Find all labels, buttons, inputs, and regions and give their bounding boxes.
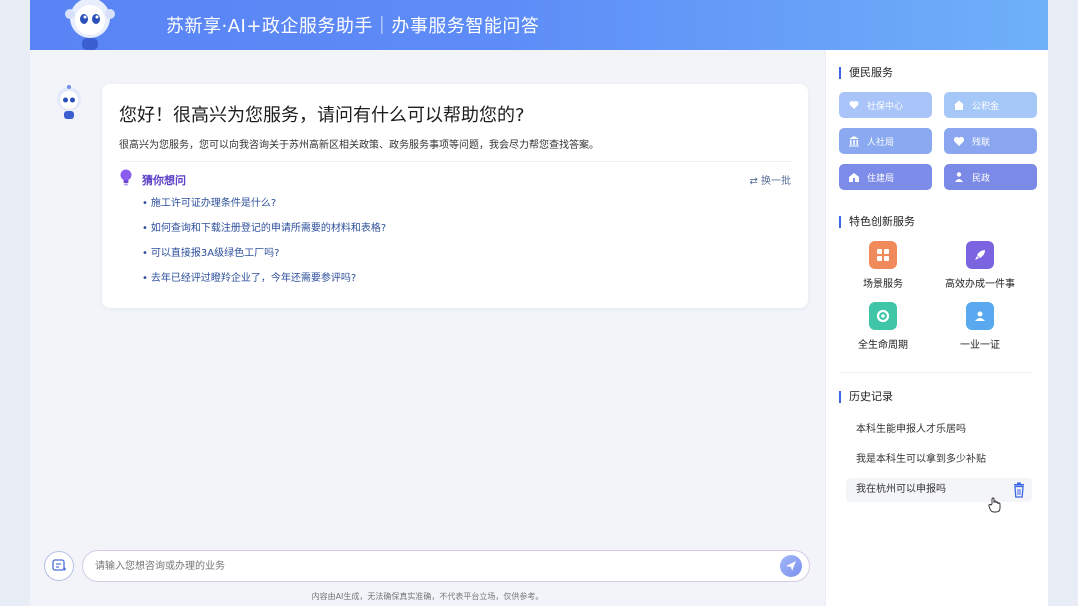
welcome-subtitle: 很高兴为您服务，您可以向我咨询关于苏州高新区相关政策、政务服务事项等问题，我会尽… bbox=[119, 140, 599, 151]
trash-icon[interactable] bbox=[1012, 482, 1026, 498]
refresh-button[interactable]: ⇄ 换一批 bbox=[749, 172, 791, 187]
input-row bbox=[44, 550, 810, 582]
id-card-icon bbox=[966, 302, 994, 330]
featured-section-title: 特色创新服务 bbox=[839, 216, 915, 228]
send-icon bbox=[786, 561, 796, 571]
welcome-title: 您好！很高兴为您服务，请问有什么可以帮助您的? bbox=[119, 105, 525, 126]
suggested-question[interactable]: 可以直接报3A级绿色工厂吗? bbox=[142, 247, 386, 272]
hand-cursor-icon bbox=[988, 497, 1001, 513]
service-label: 民政 bbox=[972, 173, 991, 184]
featured-scene-service[interactable]: 场景服务 bbox=[834, 241, 932, 290]
suggested-question[interactable]: 施工许可证办理条件是什么? bbox=[142, 197, 386, 222]
house-icon bbox=[952, 98, 966, 112]
page-title: 苏新享·AI+政企服务助手｜办事服务智能问答 bbox=[166, 16, 540, 37]
guess-title: 猜你想问 bbox=[142, 174, 186, 187]
suggested-question[interactable]: 如何查询和下载注册登记的申请所需要的材料和表格? bbox=[142, 222, 386, 247]
bank-icon bbox=[847, 134, 861, 148]
new-chat-button[interactable] bbox=[44, 551, 74, 581]
app-header: 苏新享·AI+政企服务助手｜办事服务智能问答 bbox=[30, 0, 1048, 50]
history-item-active[interactable]: 我在杭州可以申报吗 bbox=[846, 478, 1032, 502]
mascot-icon bbox=[65, 0, 115, 50]
service-label: 社保中心 bbox=[867, 101, 904, 112]
history-section-title: 历史记录 bbox=[839, 391, 893, 403]
new-chat-icon bbox=[52, 559, 66, 571]
featured-one-thing[interactable]: 高效办成一件事 bbox=[931, 241, 1029, 290]
heart-icon bbox=[952, 134, 966, 148]
featured-label: 高效办成一件事 bbox=[945, 279, 1015, 290]
service-social-security[interactable]: 社保中心 bbox=[839, 92, 932, 118]
convenience-section-title: 便民服务 bbox=[839, 67, 893, 79]
person-icon bbox=[952, 170, 966, 184]
service-label: 公积金 bbox=[972, 101, 1000, 112]
cycle-icon bbox=[869, 302, 897, 330]
sidebar-divider bbox=[839, 372, 1032, 373]
featured-one-license[interactable]: 一业一证 bbox=[931, 302, 1029, 351]
heart-hand-icon bbox=[847, 98, 861, 112]
featured-label: 场景服务 bbox=[863, 279, 903, 290]
card-divider bbox=[119, 161, 791, 162]
service-construction-bureau[interactable]: 住建局 bbox=[839, 164, 932, 190]
rocket-icon bbox=[966, 241, 994, 269]
service-label: 残联 bbox=[972, 137, 991, 148]
history-item-label: 我在杭州可以申报吗 bbox=[856, 484, 946, 495]
suggested-questions: 施工许可证办理条件是什么? 如何查询和下载注册登记的申请所需要的材料和表格? 可… bbox=[142, 197, 386, 297]
service-disabled-federation[interactable]: 残联 bbox=[944, 128, 1037, 154]
service-label: 住建局 bbox=[867, 173, 895, 184]
lightbulb-icon bbox=[120, 169, 132, 186]
featured-label: 一业一证 bbox=[960, 340, 1000, 351]
ai-disclaimer: 内容由AI生成，无法确保真实准确，不代表平台立场，仅供参考。 bbox=[311, 592, 544, 601]
right-sidebar: 便民服务 社保中心 公积金 人社局 残联 住建局 民政 特色创新服务 场景服务 … bbox=[826, 50, 1048, 606]
service-label: 人社局 bbox=[867, 137, 895, 148]
grid-icon bbox=[869, 241, 897, 269]
featured-full-lifecycle[interactable]: 全生命周期 bbox=[834, 302, 932, 351]
chat-panel: 您好！很高兴为您服务，请问有什么可以帮助您的? 很高兴为您服务，您可以向我咨询关… bbox=[30, 50, 825, 606]
service-housing-fund[interactable]: 公积金 bbox=[944, 92, 1037, 118]
history-item[interactable]: 本科生能申报人才乐居吗 bbox=[846, 418, 1032, 442]
send-button[interactable] bbox=[780, 555, 802, 577]
welcome-card: 您好！很高兴为您服务，请问有什么可以帮助您的? 很高兴为您服务，您可以向我咨询关… bbox=[102, 84, 808, 308]
featured-label: 全生命周期 bbox=[858, 340, 908, 351]
service-hr-bureau[interactable]: 人社局 bbox=[839, 128, 932, 154]
history-item[interactable]: 我是本科生可以拿到多少补贴 bbox=[846, 448, 1032, 472]
bot-avatar-icon bbox=[57, 85, 81, 119]
service-civil-affairs[interactable]: 民政 bbox=[944, 164, 1037, 190]
suggested-question[interactable]: 去年已经评过瞪羚企业了，今年还需要参评吗? bbox=[142, 272, 386, 297]
query-input[interactable] bbox=[82, 550, 810, 582]
building-icon bbox=[847, 170, 861, 184]
